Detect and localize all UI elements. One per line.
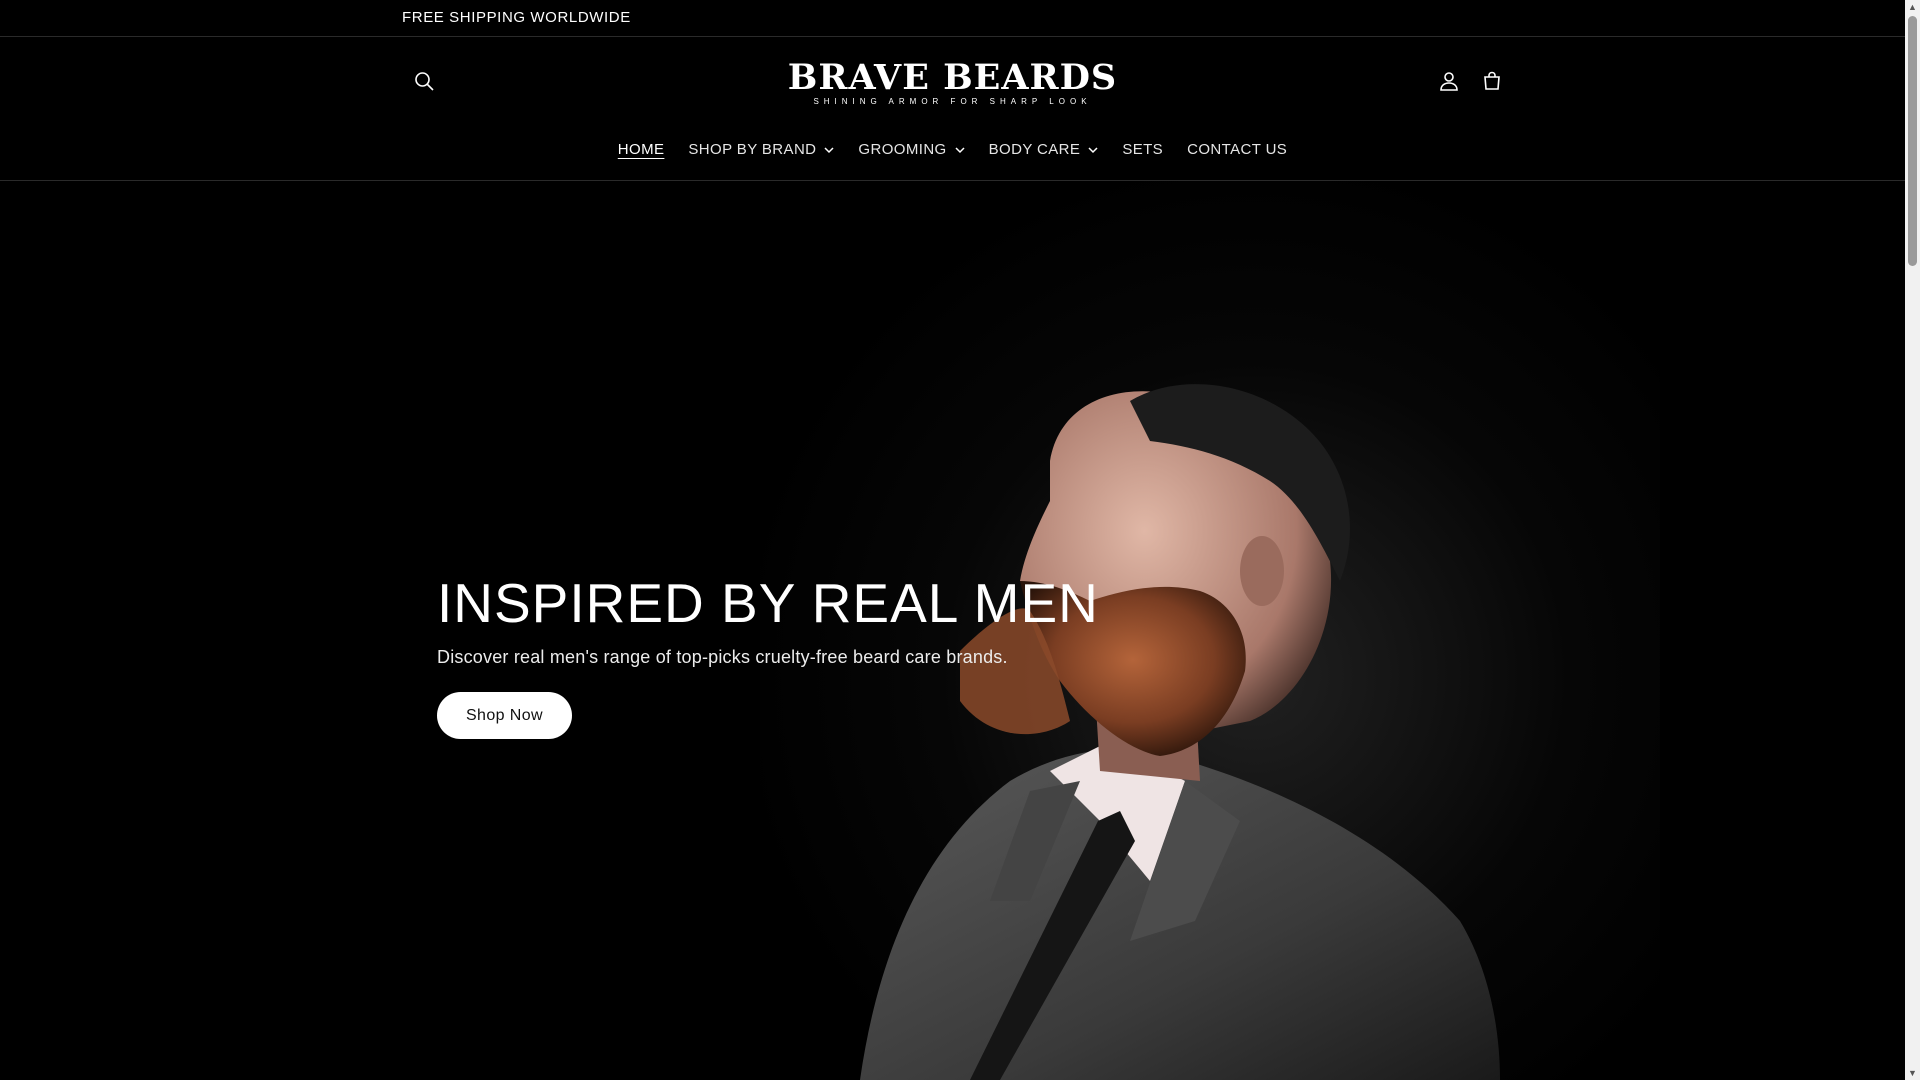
nav-item-home[interactable]: HOME	[606, 141, 677, 158]
nav-item-sets[interactable]: SETS	[1110, 141, 1175, 158]
chevron-down-icon	[1088, 145, 1098, 155]
nav-item-body-care[interactable]: BODY CARE	[977, 141, 1111, 158]
nav-item-grooming[interactable]: GROOMING	[846, 141, 976, 158]
nav-label: SETS	[1122, 141, 1164, 158]
site-header: BRAVE BEARDS SHINING ARMOR FOR SHARP LOO…	[0, 37, 1905, 181]
hero-title: INSPIRED BY REAL MEN	[437, 572, 1099, 634]
cart-button[interactable]	[1472, 61, 1512, 101]
scrollbar-thumb[interactable]	[1908, 16, 1917, 266]
nav-label: GROOMING	[858, 141, 947, 158]
account-button[interactable]	[1429, 61, 1469, 101]
scroll-down-arrow-icon[interactable]: ▼	[1905, 1066, 1920, 1080]
chevron-down-icon	[824, 145, 834, 155]
nav-label: HOME	[617, 141, 665, 158]
nav-label: SHOP BY BRAND	[688, 141, 817, 158]
announcement-bar: FREE SHIPPING WORLDWIDE	[0, 0, 1905, 37]
hero-subtitle: Discover real men's range of top-picks c…	[437, 647, 1008, 667]
logo-title: BRAVE BEARDS	[787, 57, 1118, 98]
shop-now-button[interactable]: Shop Now	[437, 692, 572, 739]
logo-tagline: SHINING ARMOR FOR SHARP LOOK	[813, 97, 1092, 106]
cart-icon	[1484, 71, 1500, 90]
nav-label: CONTACT US	[1187, 141, 1288, 158]
main-nav: HOME SHOP BY BRAND GROOMING BODY CARE SE…	[0, 141, 1905, 158]
account-icon	[1440, 72, 1458, 91]
hero-banner: INSPIRED BY REAL MEN Discover real men's…	[0, 181, 1905, 1080]
hero-content: INSPIRED BY REAL MEN Discover real men's…	[437, 571, 1099, 739]
nav-item-shop-by-brand[interactable]: SHOP BY BRAND	[676, 141, 846, 158]
page-scrollbar[interactable]: ▲ ▼	[1905, 0, 1920, 1080]
site-logo[interactable]: BRAVE BEARDS SHINING ARMOR FOR SHARP LOO…	[0, 59, 1905, 107]
nav-label: BODY CARE	[988, 141, 1081, 158]
nav-item-contact-us[interactable]: CONTACT US	[1175, 141, 1299, 158]
page: FREE SHIPPING WORLDWIDE BRAVE BEARDS SHI…	[0, 0, 1905, 1080]
chevron-down-icon	[955, 145, 965, 155]
scroll-up-arrow-icon[interactable]: ▲	[1905, 0, 1920, 14]
announcement-text: FREE SHIPPING WORLDWIDE	[402, 9, 631, 26]
